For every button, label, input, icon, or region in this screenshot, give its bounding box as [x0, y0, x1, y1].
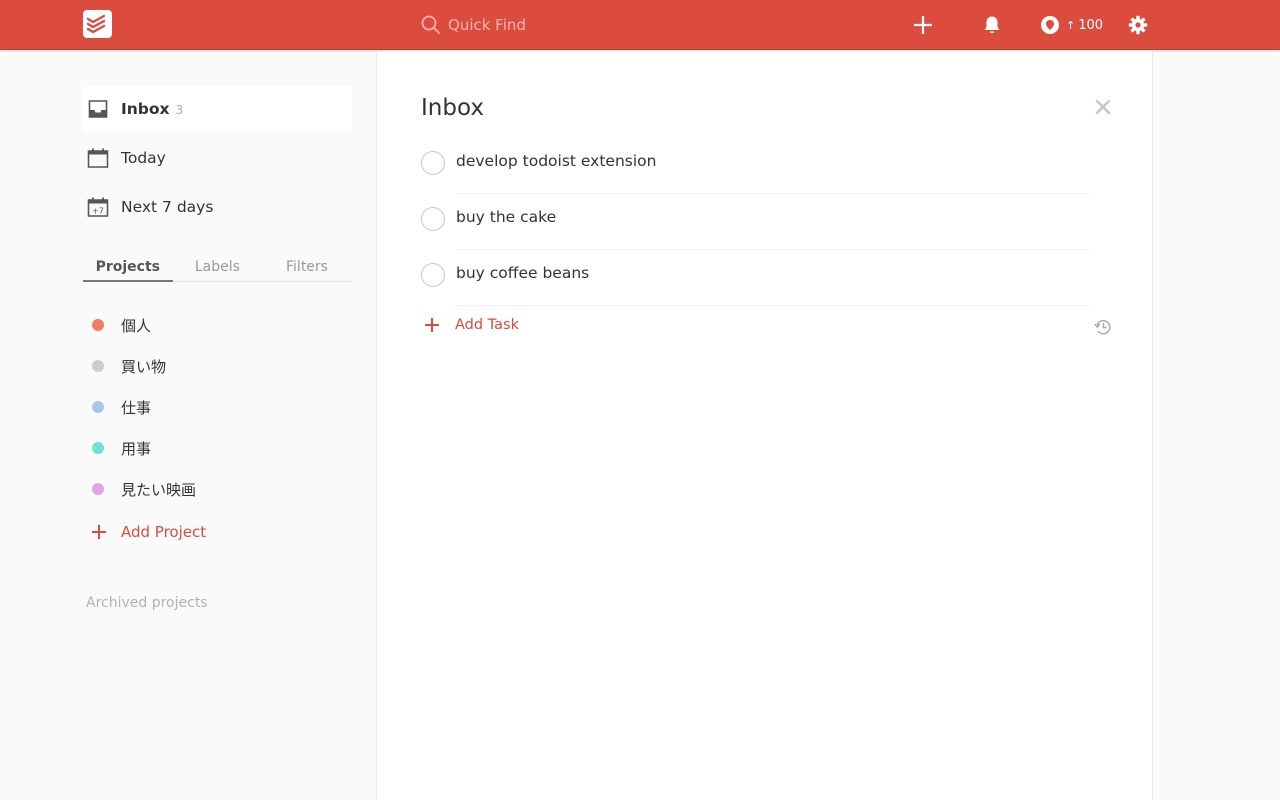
tab-projects[interactable]: Projects [83, 256, 173, 282]
project-item[interactable]: 個人 [90, 310, 352, 340]
sidebar-tabs: Projects Labels Filters [83, 256, 352, 282]
task-item[interactable]: buy coffee beans [421, 250, 1089, 306]
sidebar-item-label: Next 7 days [121, 197, 214, 216]
task-divider [456, 305, 1089, 306]
quick-find-search[interactable]: Quick Find [420, 12, 720, 38]
karma-icon [1041, 16, 1059, 34]
search-icon [421, 15, 440, 34]
task-text[interactable]: develop todoist extension [456, 152, 656, 170]
project-label: 仕事 [121, 398, 152, 417]
project-color-dot [92, 483, 104, 495]
task-text[interactable]: buy the cake [456, 208, 556, 226]
task-item[interactable]: buy the cake [421, 194, 1089, 250]
bell-icon[interactable] [980, 13, 1004, 37]
tab-filters[interactable]: Filters [262, 256, 352, 281]
top-bar: Quick Find ↑ 100 [0, 0, 1280, 50]
karma-score[interactable]: ↑ 100 [1040, 14, 1103, 36]
sidebar-item-inbox[interactable]: Inbox 3 [83, 86, 352, 131]
sidebar-item-next-7-days[interactable]: +7 Next 7 days [83, 184, 352, 229]
project-label: 個人 [121, 316, 152, 335]
project-item[interactable]: 用事 [90, 433, 352, 463]
project-color-dot [92, 401, 104, 413]
karma-value: 100 [1078, 17, 1104, 33]
todoist-logo-icon[interactable] [83, 10, 112, 38]
project-item[interactable]: 仕事 [90, 392, 352, 422]
project-item[interactable]: 買い物 [90, 351, 352, 381]
calendar-icon [87, 148, 109, 168]
main-content: Inbox develop todoist extension buy the … [376, 51, 1153, 800]
inbox-count: 3 [175, 103, 184, 117]
page-title: Inbox [421, 95, 484, 121]
add-project-button[interactable]: Add Project [90, 517, 352, 547]
project-label: 用事 [121, 439, 152, 458]
project-settings-icon[interactable] [1093, 97, 1113, 117]
task-checkbox[interactable] [421, 263, 445, 287]
task-checkbox[interactable] [421, 151, 445, 175]
plus-icon[interactable] [911, 13, 935, 37]
quick-find-placeholder: Quick Find [448, 16, 526, 34]
sidebar-item-today[interactable]: Today [83, 135, 352, 180]
sidebar-item-label: Today [121, 148, 166, 167]
sidebar-item-label: Inbox [121, 99, 170, 118]
project-color-dot [92, 442, 104, 454]
project-color-dot [92, 360, 104, 372]
plus-icon [92, 525, 106, 539]
history-icon[interactable] [1093, 317, 1113, 337]
calendar-plus7-icon: +7 [87, 197, 109, 217]
task-item[interactable]: develop todoist extension [421, 138, 1089, 194]
project-label: 買い物 [121, 357, 167, 376]
svg-text:+7: +7 [92, 206, 104, 215]
add-project-label: Add Project [121, 523, 207, 541]
project-item[interactable]: 見たい映画 [90, 474, 352, 504]
plus-icon [425, 318, 439, 332]
archived-projects-link[interactable]: Archived projects [86, 595, 208, 611]
sidebar: Inbox 3 Today +7 Next 7 days Projects La… [0, 51, 376, 800]
project-color-dot [92, 319, 104, 331]
task-checkbox[interactable] [421, 207, 445, 231]
gear-icon[interactable] [1126, 13, 1150, 37]
inbox-icon [88, 99, 108, 118]
project-label: 見たい映画 [121, 480, 197, 499]
karma-trend-arrow: ↑ [1066, 18, 1076, 32]
add-task-label: Add Task [455, 317, 519, 333]
tab-labels[interactable]: Labels [173, 256, 263, 281]
add-task-button[interactable]: Add Task [421, 313, 519, 337]
task-text[interactable]: buy coffee beans [456, 264, 589, 282]
